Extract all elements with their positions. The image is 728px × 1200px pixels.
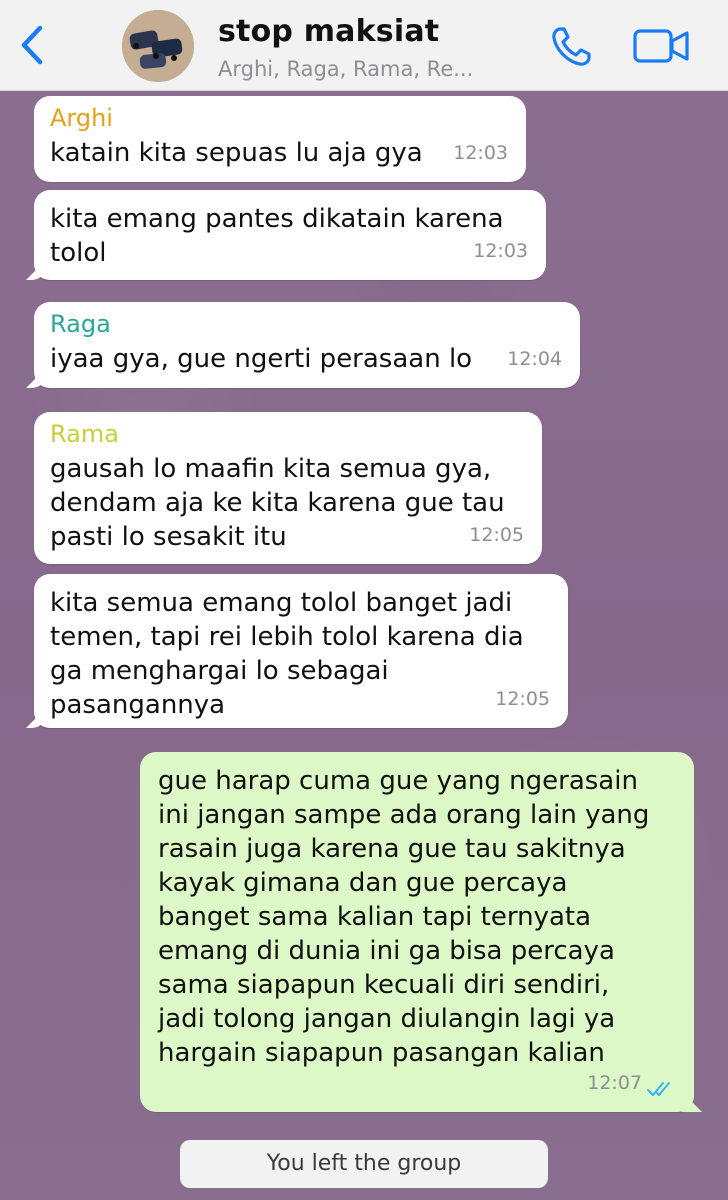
phone-icon [552, 27, 591, 66]
video-camera-icon [633, 29, 689, 63]
chat-header: stop maksiat Arghi, Raga, Rama, Re... [0, 0, 728, 91]
double-check-icon [647, 1082, 670, 1096]
message-time: 12:03 [473, 240, 528, 262]
video-call-button[interactable] [632, 26, 692, 66]
outgoing-message-bubble[interactable]: gue harap cuma gue yang ngerasain ini ja… [140, 752, 702, 1112]
message-text: kita emang pantes dikatain karena tolol [50, 204, 504, 268]
message-text: iyaa gya, gue ngerti perasaan lo [50, 344, 473, 374]
message-time: 12:07 [587, 1072, 642, 1094]
chevron-left-icon [21, 25, 43, 65]
chat-title[interactable]: stop maksiat [218, 14, 439, 49]
message-text: kita semua emang tolol banget jadi temen… [50, 588, 524, 720]
back-button[interactable] [14, 22, 50, 68]
chat-participants[interactable]: Arghi, Raga, Rama, Re... [218, 57, 473, 81]
message-bubble[interactable]: Arghi katain kita sepuas lu aja gya 12:0… [34, 96, 526, 182]
message-time: 12:04 [507, 348, 562, 370]
message-text: katain kita sepuas lu aja gya [50, 138, 423, 168]
message-sender: Arghi [50, 104, 113, 132]
message-text: gue harap cuma gue yang ngerasain ini ja… [158, 766, 650, 1068]
message-bubble[interactable]: kita semua emang tolol banget jadi temen… [26, 574, 568, 728]
group-avatar[interactable] [122, 10, 194, 82]
message-bubble[interactable]: Raga iyaa gya, gue ngerti perasaan lo 12… [26, 302, 580, 388]
message-bubble[interactable]: Rama gausah lo maafin kita semua gya, de… [34, 412, 542, 564]
phone-call-button[interactable] [548, 24, 594, 70]
message-sender: Raga [50, 310, 111, 338]
message-time: 12:05 [495, 688, 550, 710]
message-sender: Rama [50, 420, 119, 448]
message-text: gausah lo maafin kita semua gya, dendam … [50, 454, 505, 552]
message-bubble[interactable]: kita emang pantes dikatain karena tolol … [26, 190, 546, 280]
message-time: 12:05 [469, 524, 524, 546]
system-message: You left the group [180, 1140, 548, 1188]
avatar-image [122, 10, 194, 82]
message-time: 12:03 [453, 142, 508, 164]
